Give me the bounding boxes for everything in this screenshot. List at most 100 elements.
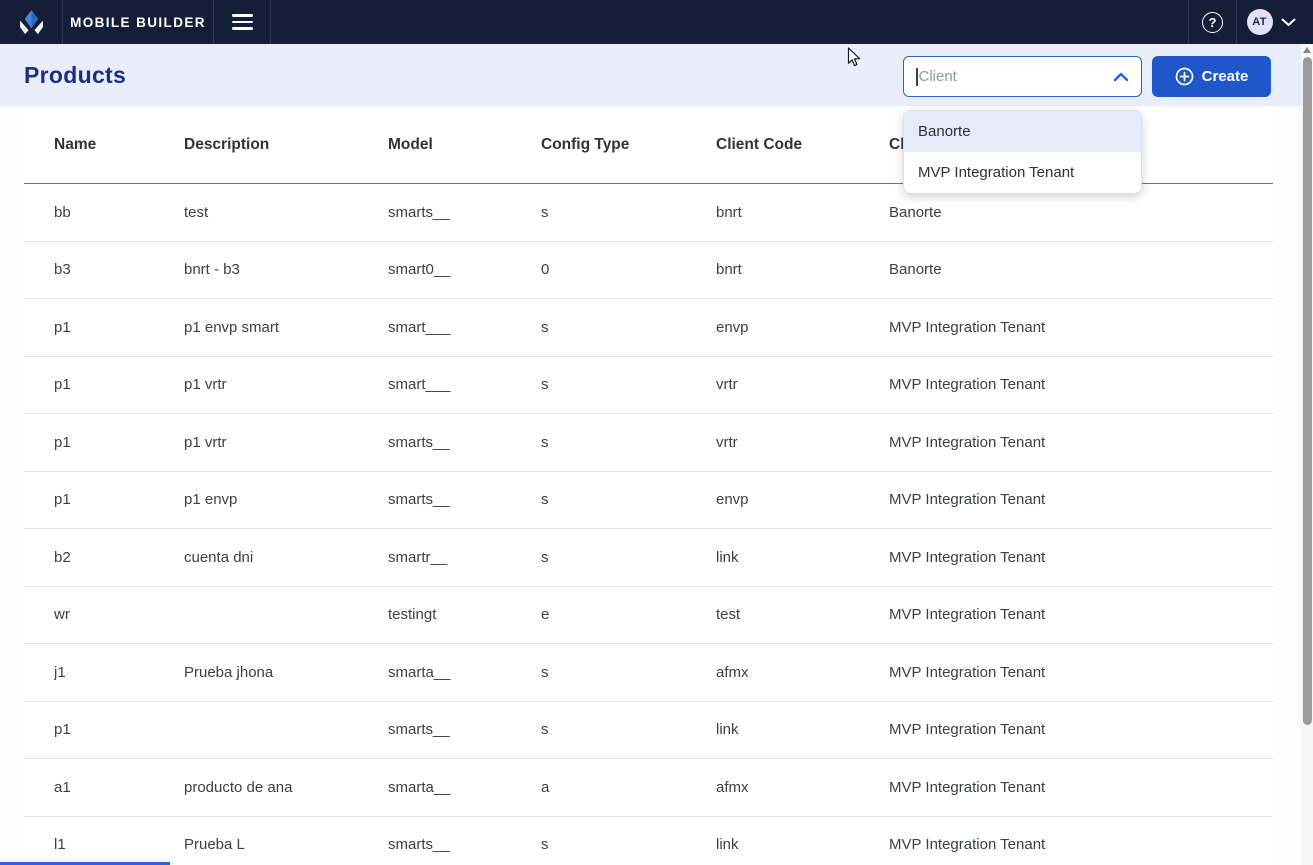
avatar: AT (1247, 9, 1273, 35)
table-cell: testingt (388, 606, 541, 623)
table-cell: s (541, 376, 716, 393)
table-cell: s (541, 664, 716, 681)
table-cell: vrtr (716, 434, 889, 451)
client-filter-placeholder: Client (919, 68, 957, 85)
table-cell: envp (716, 319, 889, 336)
table-cell: vrtr (716, 376, 889, 393)
vertical-scrollbar[interactable] (1301, 44, 1313, 865)
dropdown-option[interactable]: Banorte (904, 111, 1141, 152)
table-cell: b2 (54, 549, 184, 566)
table-cell: p1 (54, 721, 184, 738)
table-cell: smarts__ (388, 434, 541, 451)
table-cell: link (716, 721, 889, 738)
dropdown-option[interactable]: MVP Integration Tenant (904, 152, 1141, 193)
table-cell: smarta__ (388, 664, 541, 681)
table-cell: MVP Integration Tenant (889, 779, 1273, 796)
app-title: MOBILE BUILDER (70, 15, 206, 30)
table-row[interactable]: p1p1 vrtrsmart___svrtrMVP Integration Te… (24, 357, 1273, 415)
table-cell: smart0__ (388, 261, 541, 278)
client-filter-select[interactable]: Client (903, 56, 1142, 97)
table-cell: bnrt (716, 261, 889, 278)
top-nav: MOBILE BUILDER ? AT (0, 0, 1313, 44)
create-button[interactable]: Create (1152, 56, 1271, 97)
table-cell: MVP Integration Tenant (889, 836, 1273, 853)
table-cell: link (716, 836, 889, 853)
account-menu[interactable]: AT (1237, 0, 1313, 44)
table-cell: p1 (54, 376, 184, 393)
table-cell: envp (716, 491, 889, 508)
table-cell: test (716, 606, 889, 623)
chevron-up-icon (1113, 72, 1129, 82)
table-row[interactable]: j1Prueba jhonasmarta__safmxMVP Integrati… (24, 644, 1273, 702)
table-cell: p1 (54, 491, 184, 508)
column-header-config-type: Config Type (541, 136, 716, 154)
table-row[interactable]: b3bnrt - b3smart0__0bnrtBanorte (24, 242, 1273, 300)
table-row[interactable]: p1p1 envp smartsmart___senvpMVP Integrat… (24, 299, 1273, 357)
table-cell: bb (54, 204, 184, 221)
table-cell: 0 (541, 261, 716, 278)
table-cell: a1 (54, 779, 184, 796)
table-cell: test (184, 204, 388, 221)
table-cell: smart___ (388, 319, 541, 336)
table-cell: afmx (716, 664, 889, 681)
table-cell: p1 vrtr (184, 376, 388, 393)
vertical-scrollbar-thumb[interactable] (1303, 57, 1312, 725)
table-cell: a (541, 779, 716, 796)
table-cell: wr (54, 606, 184, 623)
table-cell: p1 envp smart (184, 319, 388, 336)
table-cell: b3 (54, 261, 184, 278)
table-cell: MVP Integration Tenant (889, 664, 1273, 681)
table-cell: afmx (716, 779, 889, 796)
client-dropdown-menu: BanorteMVP Integration Tenant (903, 110, 1142, 194)
scroll-up-arrow-icon[interactable] (1303, 47, 1311, 53)
table-cell: smartr__ (388, 549, 541, 566)
table-cell: smarts__ (388, 204, 541, 221)
table-cell: p1 (54, 434, 184, 451)
table-cell: s (541, 836, 716, 853)
hamburger-menu-button[interactable] (214, 0, 270, 44)
table-cell: Banorte (889, 261, 1273, 278)
table-row[interactable]: wrtestingtetestMVP Integration Tenant (24, 587, 1273, 645)
table-cell: Prueba L (184, 836, 388, 853)
table-cell: smarta__ (388, 779, 541, 796)
logo-icon (18, 9, 45, 36)
table-cell: link (716, 549, 889, 566)
help-icon: ? (1202, 12, 1223, 33)
table-cell: MVP Integration Tenant (889, 549, 1273, 566)
table-cell: smarts__ (388, 491, 541, 508)
table-row[interactable]: p1p1 envpsmarts__senvpMVP Integration Te… (24, 472, 1273, 530)
table-cell: MVP Integration Tenant (889, 434, 1273, 451)
table-cell: producto de ana (184, 779, 388, 796)
table-cell: cuenta dni (184, 549, 388, 566)
chevron-down-icon (1281, 18, 1296, 27)
table-cell: MVP Integration Tenant (889, 721, 1273, 738)
table-cell: smart___ (388, 376, 541, 393)
page-title: Products (24, 62, 126, 89)
table-row[interactable]: p1p1 vrtrsmarts__svrtrMVP Integration Te… (24, 414, 1273, 472)
table-cell: MVP Integration Tenant (889, 376, 1273, 393)
products-table: NameDescriptionModelConfig TypeClient Co… (24, 106, 1273, 865)
table-cell: smarts__ (388, 836, 541, 853)
table-row[interactable]: p1smarts__slinkMVP Integration Tenant (24, 702, 1273, 760)
app-logo[interactable] (0, 0, 62, 44)
table-row[interactable]: l1Prueba Lsmarts__slinkMVP Integration T… (24, 817, 1273, 865)
table-row[interactable]: b2cuenta dnismartr__slinkMVP Integration… (24, 529, 1273, 587)
column-header-model: Model (388, 136, 541, 154)
table-cell: Prueba jhona (184, 664, 388, 681)
table-cell: MVP Integration Tenant (889, 319, 1273, 336)
hamburger-icon (232, 14, 253, 29)
table-cell: j1 (54, 664, 184, 681)
table-cell: bnrt - b3 (184, 261, 388, 278)
table-cell: s (541, 721, 716, 738)
table-cell: s (541, 549, 716, 566)
table-row[interactable]: a1producto de anasmarta__aafmxMVP Integr… (24, 759, 1273, 817)
table-cell: p1 (54, 319, 184, 336)
table-cell: s (541, 319, 716, 336)
table-cell: s (541, 204, 716, 221)
table-cell: bnrt (716, 204, 889, 221)
table-cell: MVP Integration Tenant (889, 491, 1273, 508)
text-caret (916, 68, 918, 86)
table-cell: e (541, 606, 716, 623)
table-body: bbtestsmarts__sbnrtBanorteb3bnrt - b3sma… (24, 184, 1273, 865)
help-button[interactable]: ? (1189, 0, 1236, 44)
